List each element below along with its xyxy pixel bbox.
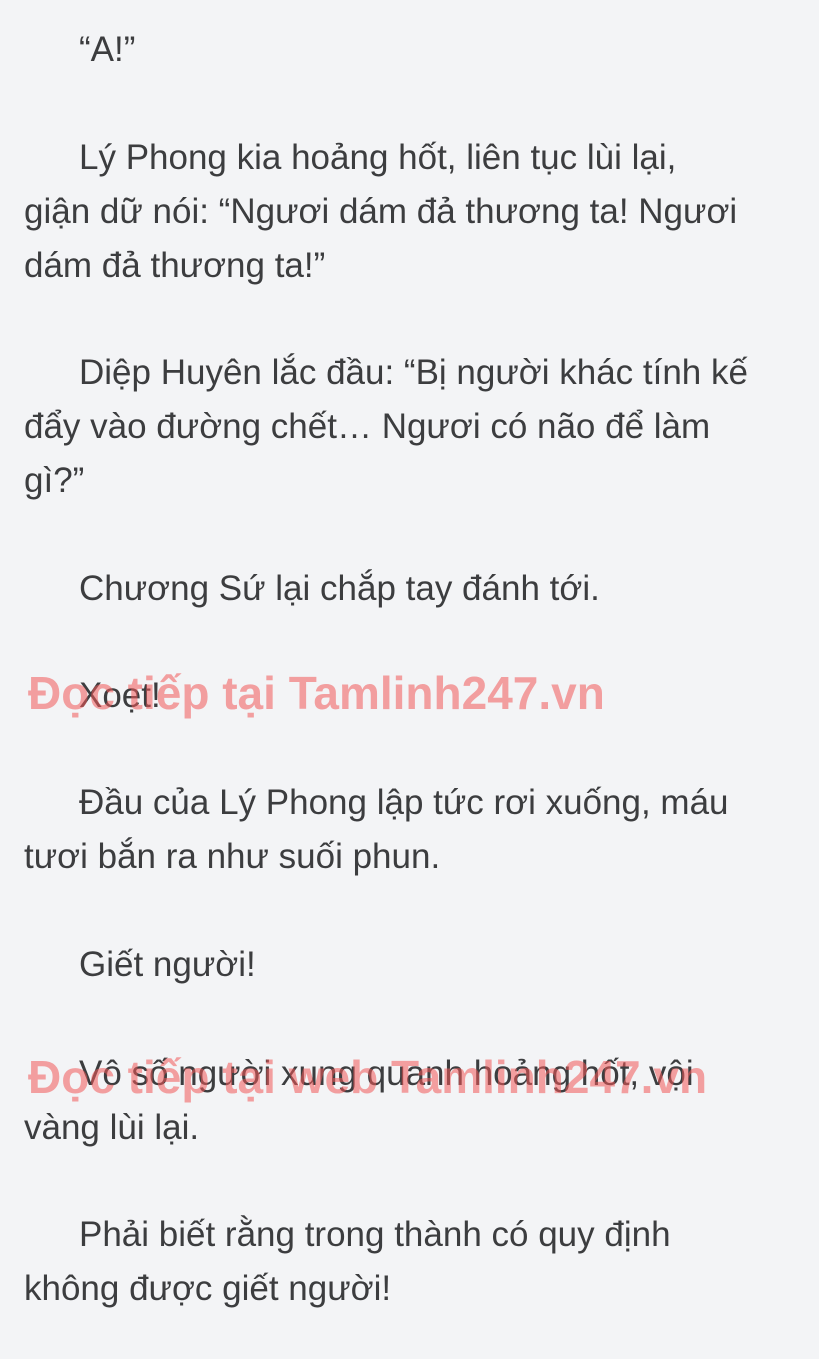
paragraph-line: Đầu của Lý Phong lập tức rơi xuống, máu [79,783,729,822]
paragraph-line: không được giết người! [24,1269,392,1308]
paragraph-line: giận dữ nói: “Ngươi dám đả thương ta! Ng… [24,192,738,231]
paragraph-line: Vô số người xung quanh hoảng hốt, vội [79,1054,694,1093]
paragraph-line: Phải biết rằng trong thành có quy định [79,1215,671,1254]
paragraph-line: tươi bắn ra như suối phun. [24,837,441,876]
paragraph-line: Xoẹt! [79,676,161,715]
paragraph-line: Chương Sứ lại chắp tay đánh tới. [79,569,600,608]
paragraph-line: gì?” [24,461,85,500]
paragraph-line: dám đả thương ta!” [24,246,326,285]
paragraph-line: Diệp Huyên lắc đầu: “Bị người khác tính … [79,353,748,392]
paragraph-line: đẩy vào đường chết… Ngươi có não để làm [24,407,711,446]
paragraph-line: Lý Phong kia hoảng hốt, liên tục lùi lại… [79,138,677,177]
paragraph-line: “A!” [79,30,136,69]
paragraph-line: Giết người! [79,945,256,984]
paragraph-line: vàng lùi lại. [24,1108,200,1147]
chapter-content: “A!” Lý Phong kia hoảng hốt, liên tục lù… [0,0,819,1359]
